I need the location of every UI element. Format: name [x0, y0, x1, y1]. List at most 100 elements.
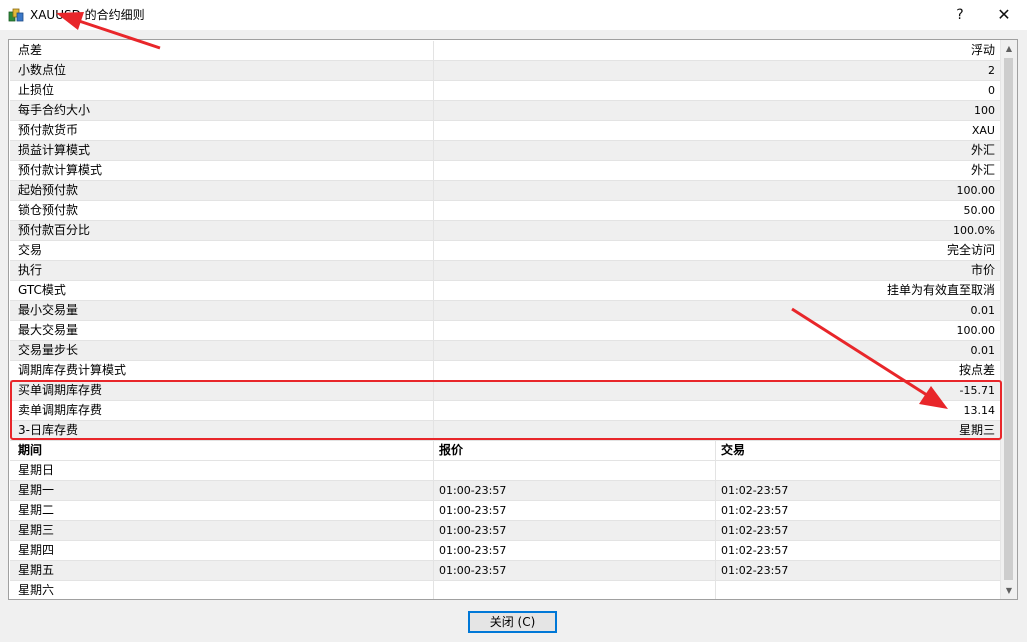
spec-label: 买单调期库存费	[10, 381, 434, 400]
schedule-trade-time	[716, 581, 1001, 599]
spec-row[interactable]: 每手合约大小 100	[10, 101, 1001, 121]
spec-label: 点差	[10, 41, 434, 60]
spec-value: 浮动	[970, 43, 995, 57]
spec-label: 预付款货币	[10, 121, 434, 140]
spec-row[interactable]: 锁仓预付款 50.00	[10, 201, 1001, 221]
spec-value: 100.00	[956, 184, 996, 197]
spec-value: 0.01	[970, 344, 996, 357]
schedule-quote-time: 01:00-23:57	[434, 521, 716, 540]
spec-row[interactable]: 预付款百分比 100.0%	[10, 221, 1001, 241]
spec-label: 预付款计算模式	[10, 161, 434, 180]
schedule-quote-time: 01:00-23:57	[434, 501, 716, 520]
spec-row[interactable]: 交易量步长 0.01	[10, 341, 1001, 361]
scroll-down-icon[interactable]: ▼	[1001, 582, 1017, 599]
spec-label: 预付款百分比	[10, 221, 434, 240]
spec-label: 起始预付款	[10, 181, 434, 200]
spec-value: 13.14	[963, 404, 996, 417]
spec-value: 0	[988, 84, 995, 97]
window-close-button[interactable]: ✕	[982, 0, 1026, 30]
schedule-trade-time: 01:02-23:57	[721, 544, 789, 557]
spec-row[interactable]: 点差 浮动	[10, 41, 1001, 61]
schedule-row[interactable]: 星期一 01:00-23:57 01:02-23:57	[10, 481, 1001, 501]
schedule-row[interactable]: 星期二 01:00-23:57 01:02-23:57	[10, 501, 1001, 521]
scrollbar-thumb[interactable]	[1004, 58, 1013, 580]
schedule-row[interactable]: 星期三 01:00-23:57 01:02-23:57	[10, 521, 1001, 541]
spec-label: GTC模式	[10, 281, 434, 300]
close-button[interactable]: 关闭 (C)	[468, 611, 557, 633]
schedule-day: 星期四	[10, 541, 434, 560]
window-title: XAUUSD 的合约细则	[30, 8, 145, 22]
help-button[interactable]: ?	[938, 0, 982, 30]
schedule-day: 星期三	[10, 521, 434, 540]
spec-value: 0.01	[970, 304, 996, 317]
spec-row[interactable]: 预付款货币 XAU	[10, 121, 1001, 141]
schedule-quote-time	[434, 461, 716, 480]
spec-value: 2	[988, 64, 995, 77]
schedule-trade-time: 01:02-23:57	[721, 564, 789, 577]
spec-row[interactable]: 交易 完全访问	[10, 241, 1001, 261]
schedule-trade-time	[716, 461, 1001, 480]
schedule-quote-time: 01:00-23:57	[434, 481, 716, 500]
spec-value: 外汇	[970, 143, 995, 157]
schedule-row[interactable]: 星期五 01:00-23:57 01:02-23:57	[10, 561, 1001, 581]
schedule-quote-time	[434, 581, 716, 599]
spec-row[interactable]: 买单调期库存费 -15.71	[10, 381, 1001, 401]
spec-value: 100	[974, 104, 995, 117]
spec-row[interactable]: 损益计算模式 外汇	[10, 141, 1001, 161]
schedule-day: 星期二	[10, 501, 434, 520]
spec-value: 按点差	[958, 363, 995, 377]
spec-row[interactable]: 执行 市价	[10, 261, 1001, 281]
spec-rows: 点差 浮动小数点位 2 止损位 0 每手合约大小 100 预付款货币 XAU 损益计算模式 外汇 预付…	[10, 41, 1001, 599]
spec-label: 执行	[10, 261, 434, 280]
schedule-row[interactable]: 星期日	[10, 461, 1001, 481]
spec-value: 50.00	[963, 204, 996, 217]
scroll-up-icon[interactable]: ▲	[1001, 40, 1017, 57]
schedule-header-day: 期间	[10, 441, 434, 460]
spec-label: 3-日库存费	[10, 421, 434, 440]
title-bar: XAUUSD 的合约细则 ? ✕	[0, 0, 1027, 30]
spec-row[interactable]: 调期库存费计算模式 按点差	[10, 361, 1001, 381]
spec-row[interactable]: 最大交易量 100.00	[10, 321, 1001, 341]
schedule-day: 星期五	[10, 561, 434, 580]
spec-label: 锁仓预付款	[10, 201, 434, 220]
schedule-row[interactable]: 星期四 01:00-23:57 01:02-23:57	[10, 541, 1001, 561]
spec-row[interactable]: GTC模式 挂单为有效直至取消	[10, 281, 1001, 301]
spec-row[interactable]: 预付款计算模式 外汇	[10, 161, 1001, 181]
spec-row[interactable]: 止损位 0	[10, 81, 1001, 101]
spec-value: 完全访问	[946, 243, 995, 257]
spec-row[interactable]: 3-日库存费 星期三	[10, 421, 1001, 441]
schedule-day: 星期一	[10, 481, 434, 500]
spec-label: 交易量步长	[10, 341, 434, 360]
schedule-trade-time: 01:02-23:57	[721, 524, 789, 537]
spec-label: 卖单调期库存费	[10, 401, 434, 420]
spec-label: 每手合约大小	[10, 101, 434, 120]
spec-row[interactable]: 小数点位 2	[10, 61, 1001, 81]
schedule-quote-time: 01:00-23:57	[434, 541, 716, 560]
spec-row[interactable]: 最小交易量 0.01	[10, 301, 1001, 321]
spec-label: 调期库存费计算模式	[10, 361, 434, 380]
spec-value: XAU	[971, 124, 995, 137]
spec-label: 最小交易量	[10, 301, 434, 320]
schedule-row[interactable]: 星期六	[10, 581, 1001, 599]
app-icon	[8, 8, 24, 22]
spec-value: 挂单为有效直至取消	[886, 283, 995, 297]
schedule-header-trade: 交易	[721, 443, 746, 457]
spec-value: 100.00	[956, 324, 996, 337]
spec-value: -15.71	[959, 384, 995, 397]
schedule-header-quote: 报价	[434, 441, 716, 460]
spec-value: 市价	[970, 263, 995, 277]
spec-list: 点差 浮动小数点位 2 止损位 0 每手合约大小 100 预付款货币 XAU 损益计算模式 外汇 预付…	[8, 39, 1018, 600]
schedule-header-row: 期间 报价 交易	[10, 441, 1001, 461]
spec-row[interactable]: 起始预付款 100.00	[10, 181, 1001, 201]
vertical-scrollbar[interactable]: ▲ ▼	[1000, 40, 1017, 599]
spec-label: 止损位	[10, 81, 434, 100]
schedule-trade-time: 01:02-23:57	[721, 504, 789, 517]
spec-row[interactable]: 卖单调期库存费 13.14	[10, 401, 1001, 421]
schedule-trade-time: 01:02-23:57	[721, 484, 789, 497]
schedule-day: 星期六	[10, 581, 434, 599]
spec-label: 小数点位	[10, 61, 434, 80]
schedule-day: 星期日	[10, 461, 434, 480]
spec-value: 星期三	[958, 423, 995, 437]
spec-value: 外汇	[970, 163, 995, 177]
spec-label: 最大交易量	[10, 321, 434, 340]
